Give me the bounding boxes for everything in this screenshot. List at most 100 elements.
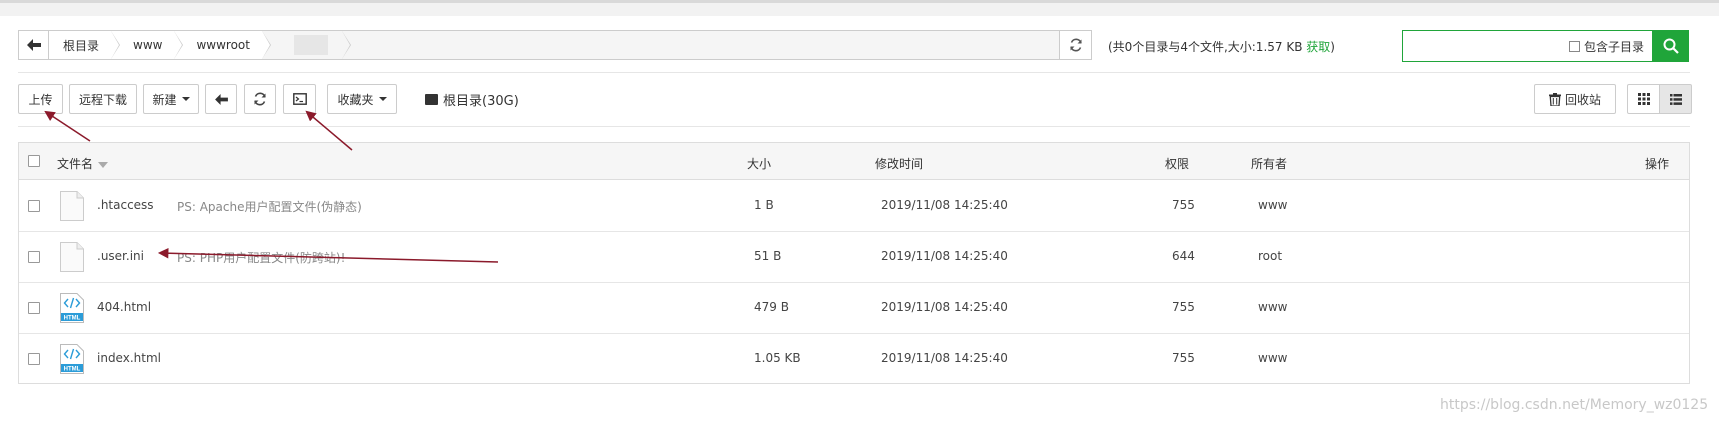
- sort-caret-icon: [98, 161, 109, 168]
- arrow-left-icon: [26, 39, 41, 51]
- include-subdir-label: 包含子目录: [1583, 39, 1644, 54]
- arrow-left-icon: [214, 93, 228, 105]
- file-size: 479 B: [754, 300, 789, 314]
- new-label: 新建: [152, 92, 177, 107]
- file-owner: www: [1258, 198, 1288, 212]
- upload-label: 上传: [28, 92, 53, 107]
- go-back-button[interactable]: [205, 84, 237, 114]
- file-owner: www: [1258, 300, 1288, 314]
- refresh-icon: [254, 92, 266, 106]
- list-view-button[interactable]: [1659, 84, 1692, 114]
- refresh-icon: [1069, 38, 1082, 52]
- remote-download-label: 远程下载: [78, 92, 127, 107]
- file-permission[interactable]: 755: [1172, 198, 1195, 212]
- file-icon: [60, 191, 84, 221]
- top-strip: [0, 0, 1719, 16]
- caret-down-icon: [378, 97, 387, 101]
- file-name[interactable]: 404.html: [97, 300, 151, 314]
- breadcrumb-item-current[interactable]: [261, 31, 351, 59]
- back-arrow-button[interactable]: [19, 31, 49, 59]
- breadcrumb-spacer: [342, 31, 1059, 59]
- divider: [18, 72, 1690, 73]
- column-header-modified[interactable]: 修改时间: [875, 155, 923, 172]
- terminal-button[interactable]: [283, 84, 316, 114]
- row-checkbox[interactable]: [28, 200, 40, 212]
- file-owner: root: [1258, 249, 1283, 263]
- column-header-label: 文件名: [57, 157, 94, 171]
- table-row[interactable]: .htaccess PS: Apache用户配置文件(伪静态) 1 B 2019…: [19, 181, 1689, 232]
- remote-download-button[interactable]: 远程下载: [69, 84, 137, 114]
- search-input[interactable]: [1403, 31, 1569, 61]
- caret-down-icon: [181, 97, 190, 101]
- column-header-name[interactable]: 文件名: [57, 155, 109, 172]
- terminal-icon: [292, 93, 307, 105]
- breadcrumb-label: 根目录: [63, 38, 100, 53]
- file-size: 51 B: [754, 249, 782, 263]
- select-all-checkbox[interactable]: [28, 155, 40, 167]
- row-checkbox[interactable]: [28, 353, 40, 365]
- redacted-folder-name: [293, 35, 328, 55]
- file-icon: [60, 242, 84, 272]
- file-description: PS: PHP用户配置文件(防跨站)!: [177, 251, 346, 265]
- upload-button[interactable]: 上传: [18, 84, 63, 114]
- checkbox-box[interactable]: [1568, 40, 1580, 52]
- hard-drive-icon: [425, 94, 438, 105]
- disk-indicator[interactable]: 根目录(30G): [425, 90, 519, 109]
- disk-label: 根目录(30G): [443, 94, 519, 109]
- search-icon: [1663, 38, 1679, 54]
- table-row[interactable]: HTML index.html 1.05 KB 2019/11/08 14:25…: [19, 334, 1689, 385]
- refresh-button[interactable]: [244, 84, 276, 114]
- watermark: https://blog.csdn.net/Memory_wz0125: [1440, 397, 1709, 413]
- breadcrumb-item-www[interactable]: www: [111, 31, 184, 59]
- search-button[interactable]: [1652, 30, 1689, 62]
- html-badge-text: HTML: [64, 367, 81, 373]
- refresh-path-button[interactable]: [1059, 31, 1091, 59]
- row-checkbox[interactable]: [28, 302, 40, 314]
- breadcrumb: 根目录 www wwwroot: [18, 30, 1092, 60]
- favorites-label: 收藏夹: [337, 92, 374, 107]
- html-badge-text: HTML: [64, 316, 81, 322]
- grid-icon: [1637, 93, 1650, 105]
- file-name[interactable]: .user.ini: [97, 249, 144, 263]
- file-size: 1.05 KB: [754, 351, 801, 365]
- recycle-bin-button[interactable]: 回收站: [1534, 84, 1616, 114]
- trash-icon: [1548, 92, 1561, 106]
- fetch-size-link[interactable]: 获取: [1306, 40, 1330, 54]
- column-header-size[interactable]: 大小: [747, 155, 771, 172]
- divider: [18, 126, 1690, 127]
- file-size: 1 B: [754, 198, 774, 212]
- breadcrumb-label: wwwroot: [196, 38, 250, 52]
- include-subdir-checkbox[interactable]: 包含子目录: [1568, 38, 1644, 55]
- breadcrumb-item-wwwroot[interactable]: wwwroot: [174, 31, 271, 59]
- column-header-owner[interactable]: 所有者: [1251, 155, 1287, 172]
- table-row[interactable]: HTML 404.html 479 B 2019/11/08 14:25:40 …: [19, 283, 1689, 334]
- directory-summary: (共0个目录与4个文件,大小:1.57 KB 获取): [1108, 38, 1335, 55]
- table-header: 文件名 大小 修改时间 权限 所有者 操作: [19, 143, 1689, 180]
- file-permission[interactable]: 644: [1172, 249, 1195, 263]
- table-row[interactable]: .user.ini PS: PHP用户配置文件(防跨站)! 51 B 2019/…: [19, 232, 1689, 283]
- html-file-icon: HTML: [60, 344, 84, 374]
- file-name[interactable]: .htaccess: [97, 198, 154, 212]
- column-header-actions: 操作: [1645, 157, 1670, 171]
- file-permission[interactable]: 755: [1172, 351, 1195, 365]
- new-dropdown-button[interactable]: 新建: [143, 84, 199, 114]
- html-file-icon: HTML: [60, 293, 84, 323]
- file-modified: 2019/11/08 14:25:40: [881, 351, 1008, 365]
- list-icon: [1669, 93, 1682, 105]
- breadcrumb-label: www: [133, 38, 163, 52]
- breadcrumb-item-root[interactable]: 根目录: [49, 31, 121, 59]
- file-modified: 2019/11/08 14:25:40: [881, 300, 1008, 314]
- column-header-permission[interactable]: 权限: [1165, 155, 1189, 172]
- file-name[interactable]: index.html: [97, 351, 161, 365]
- file-description: PS: Apache用户配置文件(伪静态): [177, 200, 362, 214]
- favorites-dropdown-button[interactable]: 收藏夹: [327, 84, 397, 114]
- file-modified: 2019/11/08 14:25:40: [881, 249, 1008, 263]
- file-owner: www: [1258, 351, 1288, 365]
- file-modified: 2019/11/08 14:25:40: [881, 198, 1008, 212]
- file-permission[interactable]: 755: [1172, 300, 1195, 314]
- grid-view-button[interactable]: [1627, 84, 1660, 114]
- summary-text: (共0个目录与4个文件,大小:1.57 KB: [1108, 40, 1307, 54]
- recycle-bin-label: 回收站: [1564, 92, 1601, 107]
- file-table: 文件名 大小 修改时间 权限 所有者 操作 .htaccess PS: Apac…: [18, 142, 1690, 384]
- row-checkbox[interactable]: [28, 251, 40, 263]
